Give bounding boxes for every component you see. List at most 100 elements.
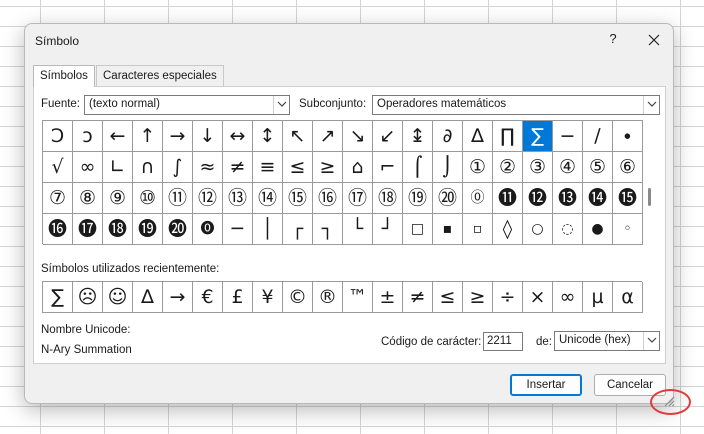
symbol-cell[interactable]: Ↄ: [43, 121, 73, 152]
symbol-grid-scrollbar[interactable]: [646, 120, 654, 244]
symbol-cell[interactable]: ←: [103, 121, 133, 152]
symbol-cell[interactable]: ∟: [103, 152, 133, 183]
symbol-cell[interactable]: ▫: [463, 214, 493, 245]
symbol-cell[interactable]: ⓱: [73, 214, 103, 245]
scrollbar-thumb[interactable]: [648, 188, 651, 206]
symbol-cell[interactable]: ⑧: [73, 183, 103, 214]
symbol-cell[interactable]: ↙: [373, 121, 403, 152]
from-dropdown-arrow[interactable]: [643, 332, 659, 350]
symbol-cell[interactable]: ⓭: [553, 183, 583, 214]
symbol-cell[interactable]: ⌠: [403, 152, 433, 183]
symbol-cell[interactable]: ⑩: [133, 183, 163, 214]
symbol-cell[interactable]: ◌: [553, 214, 583, 245]
symbol-cell[interactable]: ⑲: [403, 183, 433, 214]
symbol-cell[interactable]: ②: [493, 152, 523, 183]
recent-symbol-cell[interactable]: ×: [523, 282, 553, 313]
symbol-cell[interactable]: ∏: [493, 121, 523, 152]
symbol-cell[interactable]: ⑮: [283, 183, 313, 214]
symbol-cell[interactable]: ↘: [343, 121, 373, 152]
char-code-input[interactable]: 2211: [483, 332, 523, 351]
insert-button[interactable]: Insertar: [510, 374, 582, 396]
recent-symbol-cell[interactable]: ≤: [433, 282, 463, 313]
tab-simbolos[interactable]: Símbolos: [33, 65, 95, 87]
symbol-cell[interactable]: ⑳: [433, 183, 463, 214]
symbol-cell[interactable]: ⓳: [133, 214, 163, 245]
help-button[interactable]: ?: [602, 31, 624, 51]
symbol-cell[interactable]: ≥: [313, 152, 343, 183]
symbol-cell[interactable]: ∙: [613, 121, 643, 152]
recent-symbol-cell[interactable]: ∑: [43, 282, 73, 313]
symbol-cell[interactable]: ∑: [523, 121, 553, 152]
subset-select[interactable]: Operadores matemáticos: [372, 95, 660, 115]
symbol-cell[interactable]: ○: [523, 214, 553, 245]
symbol-cell[interactable]: ↨: [403, 121, 433, 152]
font-dropdown-arrow[interactable]: [273, 96, 289, 114]
recent-symbol-cell[interactable]: µ: [583, 282, 613, 313]
symbol-cell[interactable]: ▪: [433, 214, 463, 245]
recent-symbol-cell[interactable]: ≥: [463, 282, 493, 313]
symbol-cell[interactable]: ⌡: [433, 152, 463, 183]
symbol-cell[interactable]: │: [253, 214, 283, 245]
symbol-cell[interactable]: ∞: [73, 152, 103, 183]
symbol-cell[interactable]: ⑪: [163, 183, 193, 214]
symbol-cell[interactable]: ≠: [223, 152, 253, 183]
symbol-cell[interactable]: ⑭: [253, 183, 283, 214]
symbol-cell[interactable]: ↑: [133, 121, 163, 152]
symbol-cell[interactable]: ┌: [283, 214, 313, 245]
symbol-cell[interactable]: ↄ: [73, 121, 103, 152]
symbol-cell[interactable]: √: [43, 152, 73, 183]
recent-symbol-cell[interactable]: α: [613, 282, 643, 313]
recent-symbol-cell[interactable]: ®: [313, 282, 343, 313]
symbol-cell[interactable]: ⌂: [343, 152, 373, 183]
symbol-cell[interactable]: ┘: [373, 214, 403, 245]
recent-symbol-cell[interactable]: ™: [343, 282, 373, 313]
symbol-cell[interactable]: ⑬: [223, 183, 253, 214]
symbol-cell[interactable]: ≡: [253, 152, 283, 183]
symbol-cell[interactable]: ⓿: [193, 214, 223, 245]
recent-symbol-cell[interactable]: ©: [283, 282, 313, 313]
symbol-cell[interactable]: ◊: [493, 214, 523, 245]
symbol-cell[interactable]: ∕: [583, 121, 613, 152]
symbol-cell[interactable]: ⑥: [613, 152, 643, 183]
symbol-cell[interactable]: ∂: [433, 121, 463, 152]
symbol-cell[interactable]: ●: [583, 214, 613, 245]
symbol-cell[interactable]: ↓: [193, 121, 223, 152]
recent-symbol-cell[interactable]: ∆: [133, 282, 163, 313]
recent-symbol-cell[interactable]: £: [223, 282, 253, 313]
symbol-cell[interactable]: ⓮: [583, 183, 613, 214]
symbol-cell[interactable]: ─: [223, 214, 253, 245]
symbol-cell[interactable]: ⑤: [583, 152, 613, 183]
recent-symbol-cell[interactable]: ∞: [553, 282, 583, 313]
tab-caracteres-especiales[interactable]: Caracteres especiales: [96, 65, 224, 86]
symbol-cell[interactable]: ⑯: [313, 183, 343, 214]
font-select[interactable]: (texto normal): [84, 95, 290, 115]
symbol-cell[interactable]: ③: [523, 152, 553, 183]
symbol-cell[interactable]: ∩: [133, 152, 163, 183]
symbol-cell[interactable]: ⑰: [343, 183, 373, 214]
symbol-cell[interactable]: −: [553, 121, 583, 152]
symbol-cell[interactable]: ⓬: [523, 183, 553, 214]
symbol-cell[interactable]: →: [163, 121, 193, 152]
symbol-cell[interactable]: ∫: [163, 152, 193, 183]
symbol-cell[interactable]: ⑫: [193, 183, 223, 214]
symbol-cell[interactable]: ∆: [463, 121, 493, 152]
symbol-cell[interactable]: □: [403, 214, 433, 245]
recent-symbol-cell[interactable]: →: [163, 282, 193, 313]
symbol-cell[interactable]: ⓴: [163, 214, 193, 245]
symbol-cell[interactable]: ↖: [283, 121, 313, 152]
symbol-cell[interactable]: ┐: [313, 214, 343, 245]
close-button[interactable]: [642, 28, 666, 52]
recent-symbol-cell[interactable]: ÷: [493, 282, 523, 313]
symbol-cell[interactable]: ↕: [253, 121, 283, 152]
symbol-cell[interactable]: ⓫: [493, 183, 523, 214]
symbol-cell[interactable]: ↗: [313, 121, 343, 152]
recent-symbol-cell[interactable]: ≠: [403, 282, 433, 313]
symbol-cell[interactable]: ≤: [283, 152, 313, 183]
symbol-cell[interactable]: ⓯: [613, 183, 643, 214]
symbol-cell[interactable]: ↔: [223, 121, 253, 152]
symbol-cell[interactable]: ⑦: [43, 183, 73, 214]
recent-symbol-cell[interactable]: ¥: [253, 282, 283, 313]
symbol-cell[interactable]: ⑨: [103, 183, 133, 214]
symbol-cell[interactable]: ≈: [193, 152, 223, 183]
symbol-cell[interactable]: └: [343, 214, 373, 245]
